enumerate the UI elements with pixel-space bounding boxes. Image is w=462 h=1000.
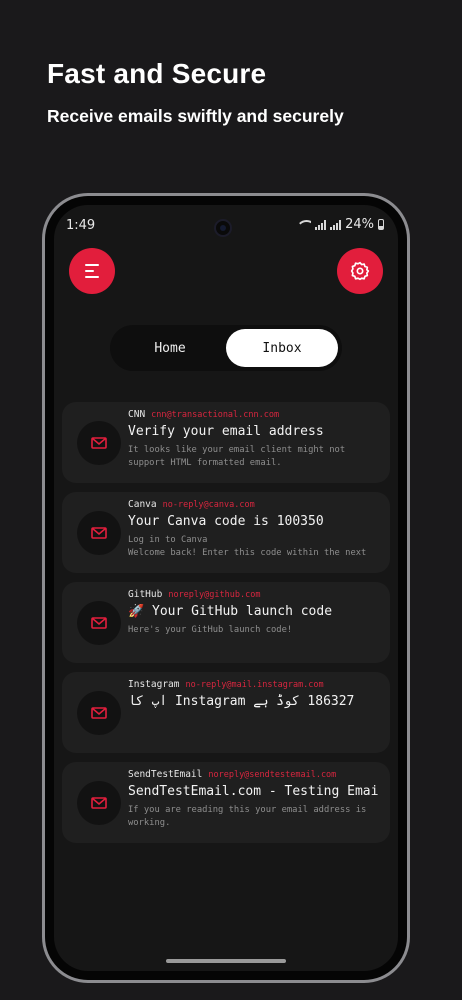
email-avatar xyxy=(77,421,121,465)
email-avatar xyxy=(77,601,121,645)
promo-subhead: Receive emails swiftly and securely xyxy=(47,106,344,126)
mail-icon xyxy=(91,617,107,629)
settings-button[interactable] xyxy=(337,248,383,294)
mail-icon xyxy=(91,707,107,719)
phone-frame: 1:49 24% Home Inbox CNN cnn@transactiona… xyxy=(42,193,410,983)
email-address: no-reply@canva.com xyxy=(162,500,255,510)
email-item[interactable]: Instagram no-reply@mail.instagram.com 186… xyxy=(62,672,390,753)
mail-icon xyxy=(91,527,107,539)
promo-headline: Fast and Secure xyxy=(47,58,267,89)
email-item[interactable]: CNN cnn@transactional.cnn.com Verify your… xyxy=(62,402,390,483)
email-item[interactable]: GitHub noreply@github.com 🚀 Your GitHub l… xyxy=(62,582,390,663)
signal-icon-2 xyxy=(330,219,342,230)
email-address: cnn@transactional.cnn.com xyxy=(151,410,280,420)
email-item[interactable]: Canva no-reply@canva.com Your Canva code … xyxy=(62,492,390,573)
email-sender: Canva xyxy=(128,499,157,510)
front-camera xyxy=(214,219,232,237)
tab-home[interactable]: Home xyxy=(114,329,226,367)
email-sender: CNN xyxy=(128,409,146,420)
email-preview: If you are reading this your email addre… xyxy=(128,805,367,828)
home-indicator[interactable] xyxy=(166,959,286,963)
email-preview: Log in to Canva Welcome back! Enter this… xyxy=(128,535,367,558)
battery-icon xyxy=(378,219,384,230)
menu-icon xyxy=(85,264,99,278)
email-subject: 186327 کوڈ ہے Instagram آپ کا xyxy=(128,694,355,709)
status-time: 1:49 xyxy=(66,218,96,233)
tab-inbox[interactable]: Inbox xyxy=(226,329,338,367)
email-avatar xyxy=(77,511,121,555)
email-preview: It looks like your email client might no… xyxy=(128,445,346,468)
email-subject: SendTestEmail.com - Testing Email xyxy=(128,784,378,799)
email-sender: SendTestEmail xyxy=(128,769,203,780)
email-preview: Here's your GitHub launch code! xyxy=(128,625,293,635)
email-sender: GitHub xyxy=(128,589,163,600)
email-sender: Instagram xyxy=(128,679,180,690)
email-subject: Your Canva code is 100350 xyxy=(128,514,324,529)
email-address: no-reply@mail.instagram.com xyxy=(185,680,324,690)
wifi-icon xyxy=(298,219,312,230)
status-indicators: 24% xyxy=(298,217,384,232)
email-avatar xyxy=(77,781,121,825)
email-avatar xyxy=(77,691,121,735)
menu-button[interactable] xyxy=(69,248,115,294)
app-screen: 1:49 24% Home Inbox CNN cnn@transactiona… xyxy=(54,205,398,971)
email-address: noreply@sendtestemail.com xyxy=(208,770,337,780)
gear-icon xyxy=(350,261,370,281)
battery-percent: 24% xyxy=(345,217,374,232)
signal-icon xyxy=(315,219,327,230)
email-subject: Verify your email address xyxy=(128,424,324,439)
mail-icon xyxy=(91,437,107,449)
email-subject: 🚀 Your GitHub launch code xyxy=(128,604,333,619)
email-address: noreply@github.com xyxy=(168,590,261,600)
mail-icon xyxy=(91,797,107,809)
email-list: CNN cnn@transactional.cnn.com Verify your… xyxy=(62,402,390,852)
tab-bar: Home Inbox xyxy=(110,325,342,371)
email-item[interactable]: SendTestEmail noreply@sendtestemail.com S… xyxy=(62,762,390,843)
